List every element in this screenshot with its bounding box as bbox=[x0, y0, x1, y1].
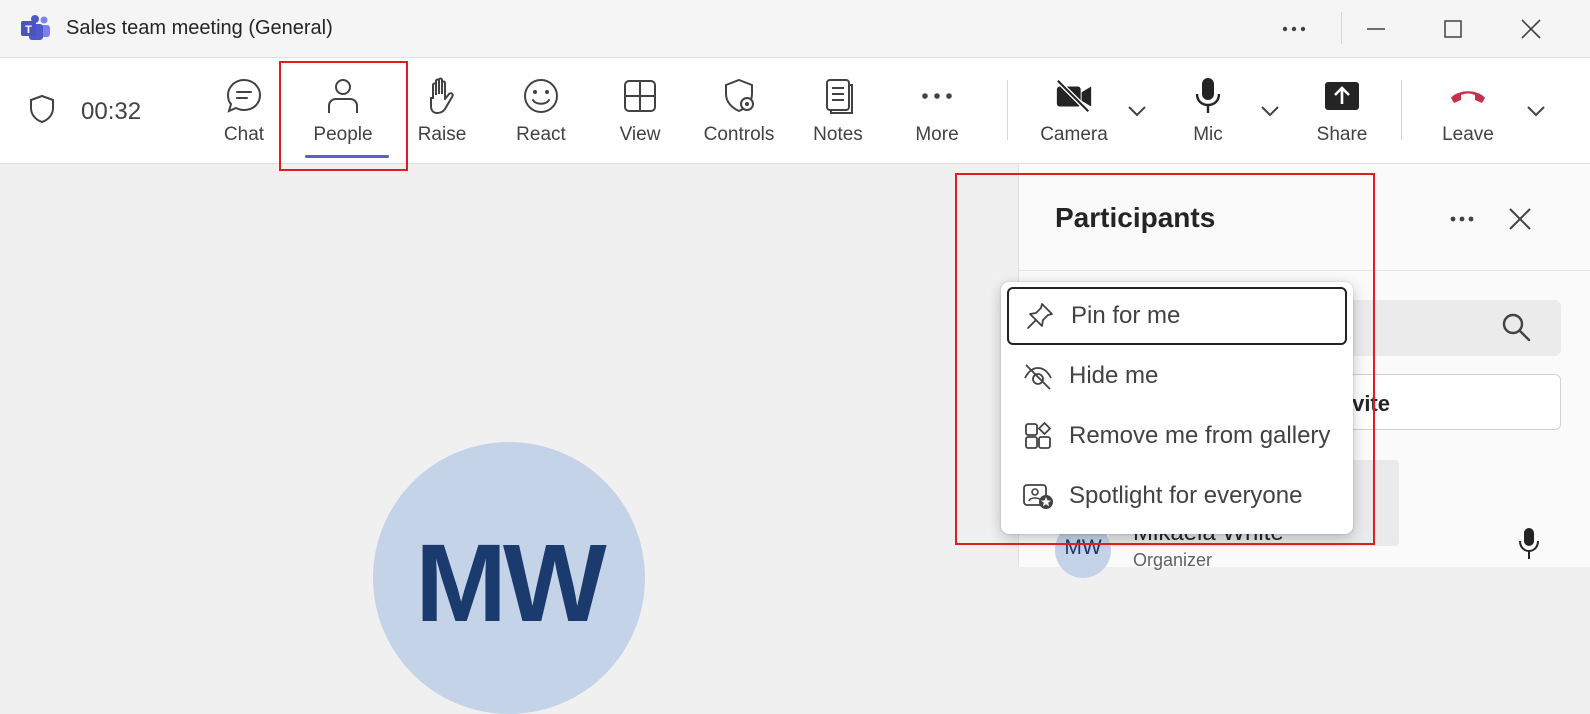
minimize-button[interactable] bbox=[1361, 14, 1391, 44]
camera-off-icon bbox=[1056, 79, 1092, 113]
close-window-button[interactable] bbox=[1516, 14, 1546, 44]
menu-item-label: Spotlight for everyone bbox=[1069, 482, 1303, 509]
grid-icon bbox=[624, 80, 656, 112]
view-label: View bbox=[619, 124, 661, 145]
notes-label: Notes bbox=[813, 124, 863, 145]
toolbar-divider bbox=[1007, 80, 1008, 140]
panel-title: Participants bbox=[1055, 202, 1216, 233]
more-icon bbox=[1450, 216, 1474, 222]
menu-item-label: Pin for me bbox=[1071, 302, 1181, 329]
shield-gear-icon bbox=[725, 78, 754, 113]
chevron-down-icon bbox=[1261, 106, 1279, 117]
more-button[interactable]: More bbox=[889, 58, 985, 163]
gallery-remove-icon bbox=[1025, 421, 1052, 449]
svg-text:T: T bbox=[25, 24, 32, 36]
camera-options-chevron[interactable] bbox=[1126, 100, 1148, 122]
menu-item-label: Hide me bbox=[1069, 362, 1159, 389]
mic-button[interactable]: Mic bbox=[1160, 58, 1256, 163]
mic-icon bbox=[1519, 528, 1539, 559]
leave-options-chevron[interactable] bbox=[1525, 100, 1547, 122]
panel-close-button[interactable] bbox=[1503, 202, 1537, 236]
mic-icon bbox=[1195, 78, 1221, 113]
share-icon bbox=[1325, 82, 1359, 110]
controls-button[interactable]: Controls bbox=[691, 58, 787, 163]
chevron-down-icon bbox=[1527, 106, 1545, 117]
spotlight-icon bbox=[1023, 484, 1053, 509]
mic-label: Mic bbox=[1193, 124, 1223, 145]
share-label: Share bbox=[1316, 124, 1368, 145]
meeting-timer: 00:32 bbox=[81, 98, 142, 125]
maximize-button[interactable] bbox=[1438, 14, 1468, 44]
raise-label: Raise bbox=[417, 124, 467, 145]
window-more-button[interactable] bbox=[1279, 14, 1309, 44]
minimize-icon bbox=[1367, 28, 1385, 30]
menu-item-remove-from-gallery[interactable]: Remove me from gallery bbox=[1007, 407, 1347, 465]
shield-icon[interactable] bbox=[28, 94, 56, 124]
more-label: More bbox=[915, 124, 959, 145]
panel-divider bbox=[1019, 270, 1590, 271]
leave-button[interactable]: Leave bbox=[1420, 58, 1516, 163]
controls-label: Controls bbox=[703, 124, 775, 145]
panel-more-button[interactable] bbox=[1447, 204, 1477, 234]
menu-item-spotlight-for-everyone[interactable]: Spotlight for everyone bbox=[1007, 467, 1347, 525]
chat-button[interactable]: Chat bbox=[196, 58, 292, 163]
participant-context-menu: Pin for me Hide me Remove me from galler… bbox=[1001, 282, 1353, 534]
avatar-initials: MW bbox=[415, 522, 606, 645]
window-title: Sales team meeting (General) bbox=[66, 17, 333, 39]
toolbar-divider bbox=[1401, 80, 1402, 140]
notes-button[interactable]: Notes bbox=[790, 58, 886, 163]
hand-icon bbox=[430, 77, 454, 114]
react-button[interactable]: React bbox=[493, 58, 589, 163]
search-icon[interactable] bbox=[1499, 310, 1533, 344]
close-icon bbox=[1509, 208, 1531, 230]
people-label: People bbox=[313, 124, 373, 145]
meeting-toolbar: 00:32 Chat People Raise React View Contr… bbox=[0, 58, 1590, 164]
menu-item-pin-for-me[interactable]: Pin for me bbox=[1007, 287, 1347, 345]
close-icon bbox=[1521, 19, 1541, 39]
chat-label: Chat bbox=[223, 124, 265, 145]
react-label: React bbox=[516, 124, 566, 145]
participant-tile-avatar: MW bbox=[373, 442, 645, 714]
smiley-icon bbox=[524, 79, 558, 113]
participant-initials: MW bbox=[1064, 536, 1102, 559]
more-icon bbox=[922, 93, 952, 99]
title-bar: T Sales team meeting (General) bbox=[0, 0, 1590, 58]
leave-label: Leave bbox=[1442, 124, 1494, 145]
share-button[interactable]: Share bbox=[1294, 58, 1390, 163]
eye-off-icon bbox=[1024, 364, 1052, 390]
notes-icon bbox=[826, 79, 853, 114]
pin-icon bbox=[1027, 303, 1053, 329]
people-active-indicator bbox=[305, 155, 389, 158]
menu-item-hide-me[interactable]: Hide me bbox=[1007, 347, 1347, 405]
view-button[interactable]: View bbox=[592, 58, 688, 163]
titlebar-separator bbox=[1341, 12, 1342, 44]
raise-hand-button[interactable]: Raise bbox=[394, 58, 490, 163]
mic-options-chevron[interactable] bbox=[1259, 100, 1281, 122]
people-button[interactable]: People bbox=[295, 58, 391, 163]
invite-label: vite bbox=[1352, 391, 1390, 416]
maximize-icon bbox=[1444, 20, 1462, 38]
chevron-down-icon bbox=[1128, 106, 1146, 117]
phone-hangup-icon bbox=[1451, 91, 1485, 103]
more-icon bbox=[1282, 26, 1306, 32]
people-icon bbox=[328, 79, 358, 113]
chat-icon bbox=[226, 78, 262, 113]
participant-role: Organizer bbox=[1133, 550, 1213, 570]
menu-item-label: Remove me from gallery bbox=[1069, 422, 1331, 449]
camera-label: Camera bbox=[1040, 124, 1108, 145]
teams-logo-icon: T bbox=[21, 15, 50, 40]
camera-button[interactable]: Camera bbox=[1026, 58, 1122, 163]
